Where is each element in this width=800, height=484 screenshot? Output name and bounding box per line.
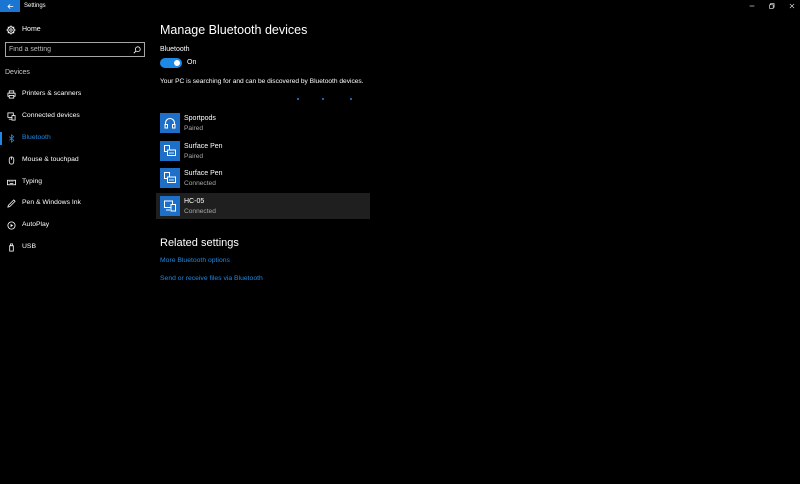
progress-dot (322, 98, 324, 100)
back-arrow-icon (6, 3, 13, 9)
home-label: Home (22, 26, 41, 33)
maximize-icon (769, 3, 775, 9)
usb-icon (9, 243, 14, 252)
device-name: Sportpods (184, 115, 216, 122)
device-item[interactable]: Sportpods Paired (156, 110, 370, 136)
search-icon[interactable] (133, 46, 141, 54)
device-status: Connected (184, 180, 216, 187)
device-name: Surface Pen (184, 170, 223, 177)
sidebar-item-label: Mouse & touchpad (22, 156, 79, 163)
active-indicator (0, 132, 2, 145)
main-content: Manage Bluetooth devices Bluetooth On Yo… (156, 12, 780, 484)
device-item-selected[interactable]: HC-05 Connected (156, 193, 370, 219)
sidebar-item-label: Pen & Windows Ink (22, 199, 81, 206)
sidebar: Home Devices Printers & scanners Connect… (0, 12, 150, 484)
toggle-state: On (187, 59, 197, 66)
device-tile (160, 113, 180, 133)
related-settings-title: Related settings (160, 237, 239, 249)
device-name: HC-05 (184, 198, 205, 205)
sidebar-item-printers[interactable]: Printers & scanners (0, 84, 150, 104)
autoplay-icon (7, 221, 16, 230)
device-name: Surface Pen (184, 143, 223, 150)
sidebar-item-home[interactable]: Home (0, 22, 150, 38)
pen-icon (7, 199, 16, 208)
device-item[interactable]: Surface Pen Paired (156, 138, 370, 164)
close-icon (789, 3, 795, 9)
sidebar-item-label: AutoPlay (22, 221, 50, 228)
device-status: Paired (184, 153, 204, 160)
search-box[interactable] (5, 42, 145, 57)
toggle-knob (174, 60, 180, 66)
device-item[interactable]: Surface Pen Connected (156, 165, 370, 191)
back-button[interactable] (0, 0, 20, 12)
computer-device-icon (164, 200, 176, 212)
sidebar-item-typing[interactable]: Typing (0, 172, 150, 192)
minimize-button[interactable] (744, 0, 760, 12)
discovery-description: Your PC is searching for and can be disc… (160, 78, 364, 85)
search-input[interactable] (9, 43, 129, 56)
maximize-button[interactable] (764, 0, 780, 12)
connected-devices-icon (7, 112, 16, 121)
device-tile (160, 168, 180, 188)
gear-icon (6, 25, 16, 35)
pen-device-icon (164, 172, 176, 183)
page-title: Manage Bluetooth devices (160, 23, 308, 37)
device-status: Paired (184, 125, 204, 132)
sidebar-item-label: Connected devices (22, 112, 80, 119)
pen-device-icon (164, 145, 176, 156)
sidebar-item-autoplay[interactable]: AutoPlay (0, 215, 150, 235)
headphones-icon (164, 117, 176, 129)
section-heading: Devices (5, 69, 30, 76)
sidebar-item-label: Printers & scanners (22, 90, 82, 97)
bluetooth-icon (8, 134, 15, 143)
sidebar-item-connected-devices[interactable]: Connected devices (0, 106, 150, 126)
progress-dot (297, 98, 299, 100)
app-title: Settings (24, 3, 46, 9)
close-button[interactable] (784, 0, 800, 12)
device-tile (160, 196, 180, 216)
keyboard-icon (7, 179, 16, 186)
sidebar-item-bluetooth[interactable]: Bluetooth (0, 128, 150, 148)
title-bar: Settings (0, 0, 800, 12)
more-bluetooth-options-link[interactable]: More Bluetooth options (160, 256, 230, 266)
sidebar-item-label: Typing (22, 178, 43, 185)
printer-icon (7, 90, 16, 99)
progress-dot (350, 98, 352, 100)
device-status: Connected (184, 208, 216, 215)
sidebar-item-usb[interactable]: USB (0, 237, 150, 257)
mouse-icon (8, 156, 15, 165)
send-receive-files-link[interactable]: Send or receive files via Bluetooth (160, 274, 263, 284)
bluetooth-toggle-label: Bluetooth (160, 46, 190, 53)
sidebar-item-pen[interactable]: Pen & Windows Ink (0, 193, 150, 213)
minimize-icon (749, 5, 755, 7)
sidebar-item-mouse[interactable]: Mouse & touchpad (0, 150, 150, 170)
sidebar-item-label: USB (22, 243, 36, 250)
device-tile (160, 141, 180, 161)
sidebar-item-label: Bluetooth (22, 134, 51, 141)
bluetooth-toggle[interactable] (160, 58, 182, 68)
